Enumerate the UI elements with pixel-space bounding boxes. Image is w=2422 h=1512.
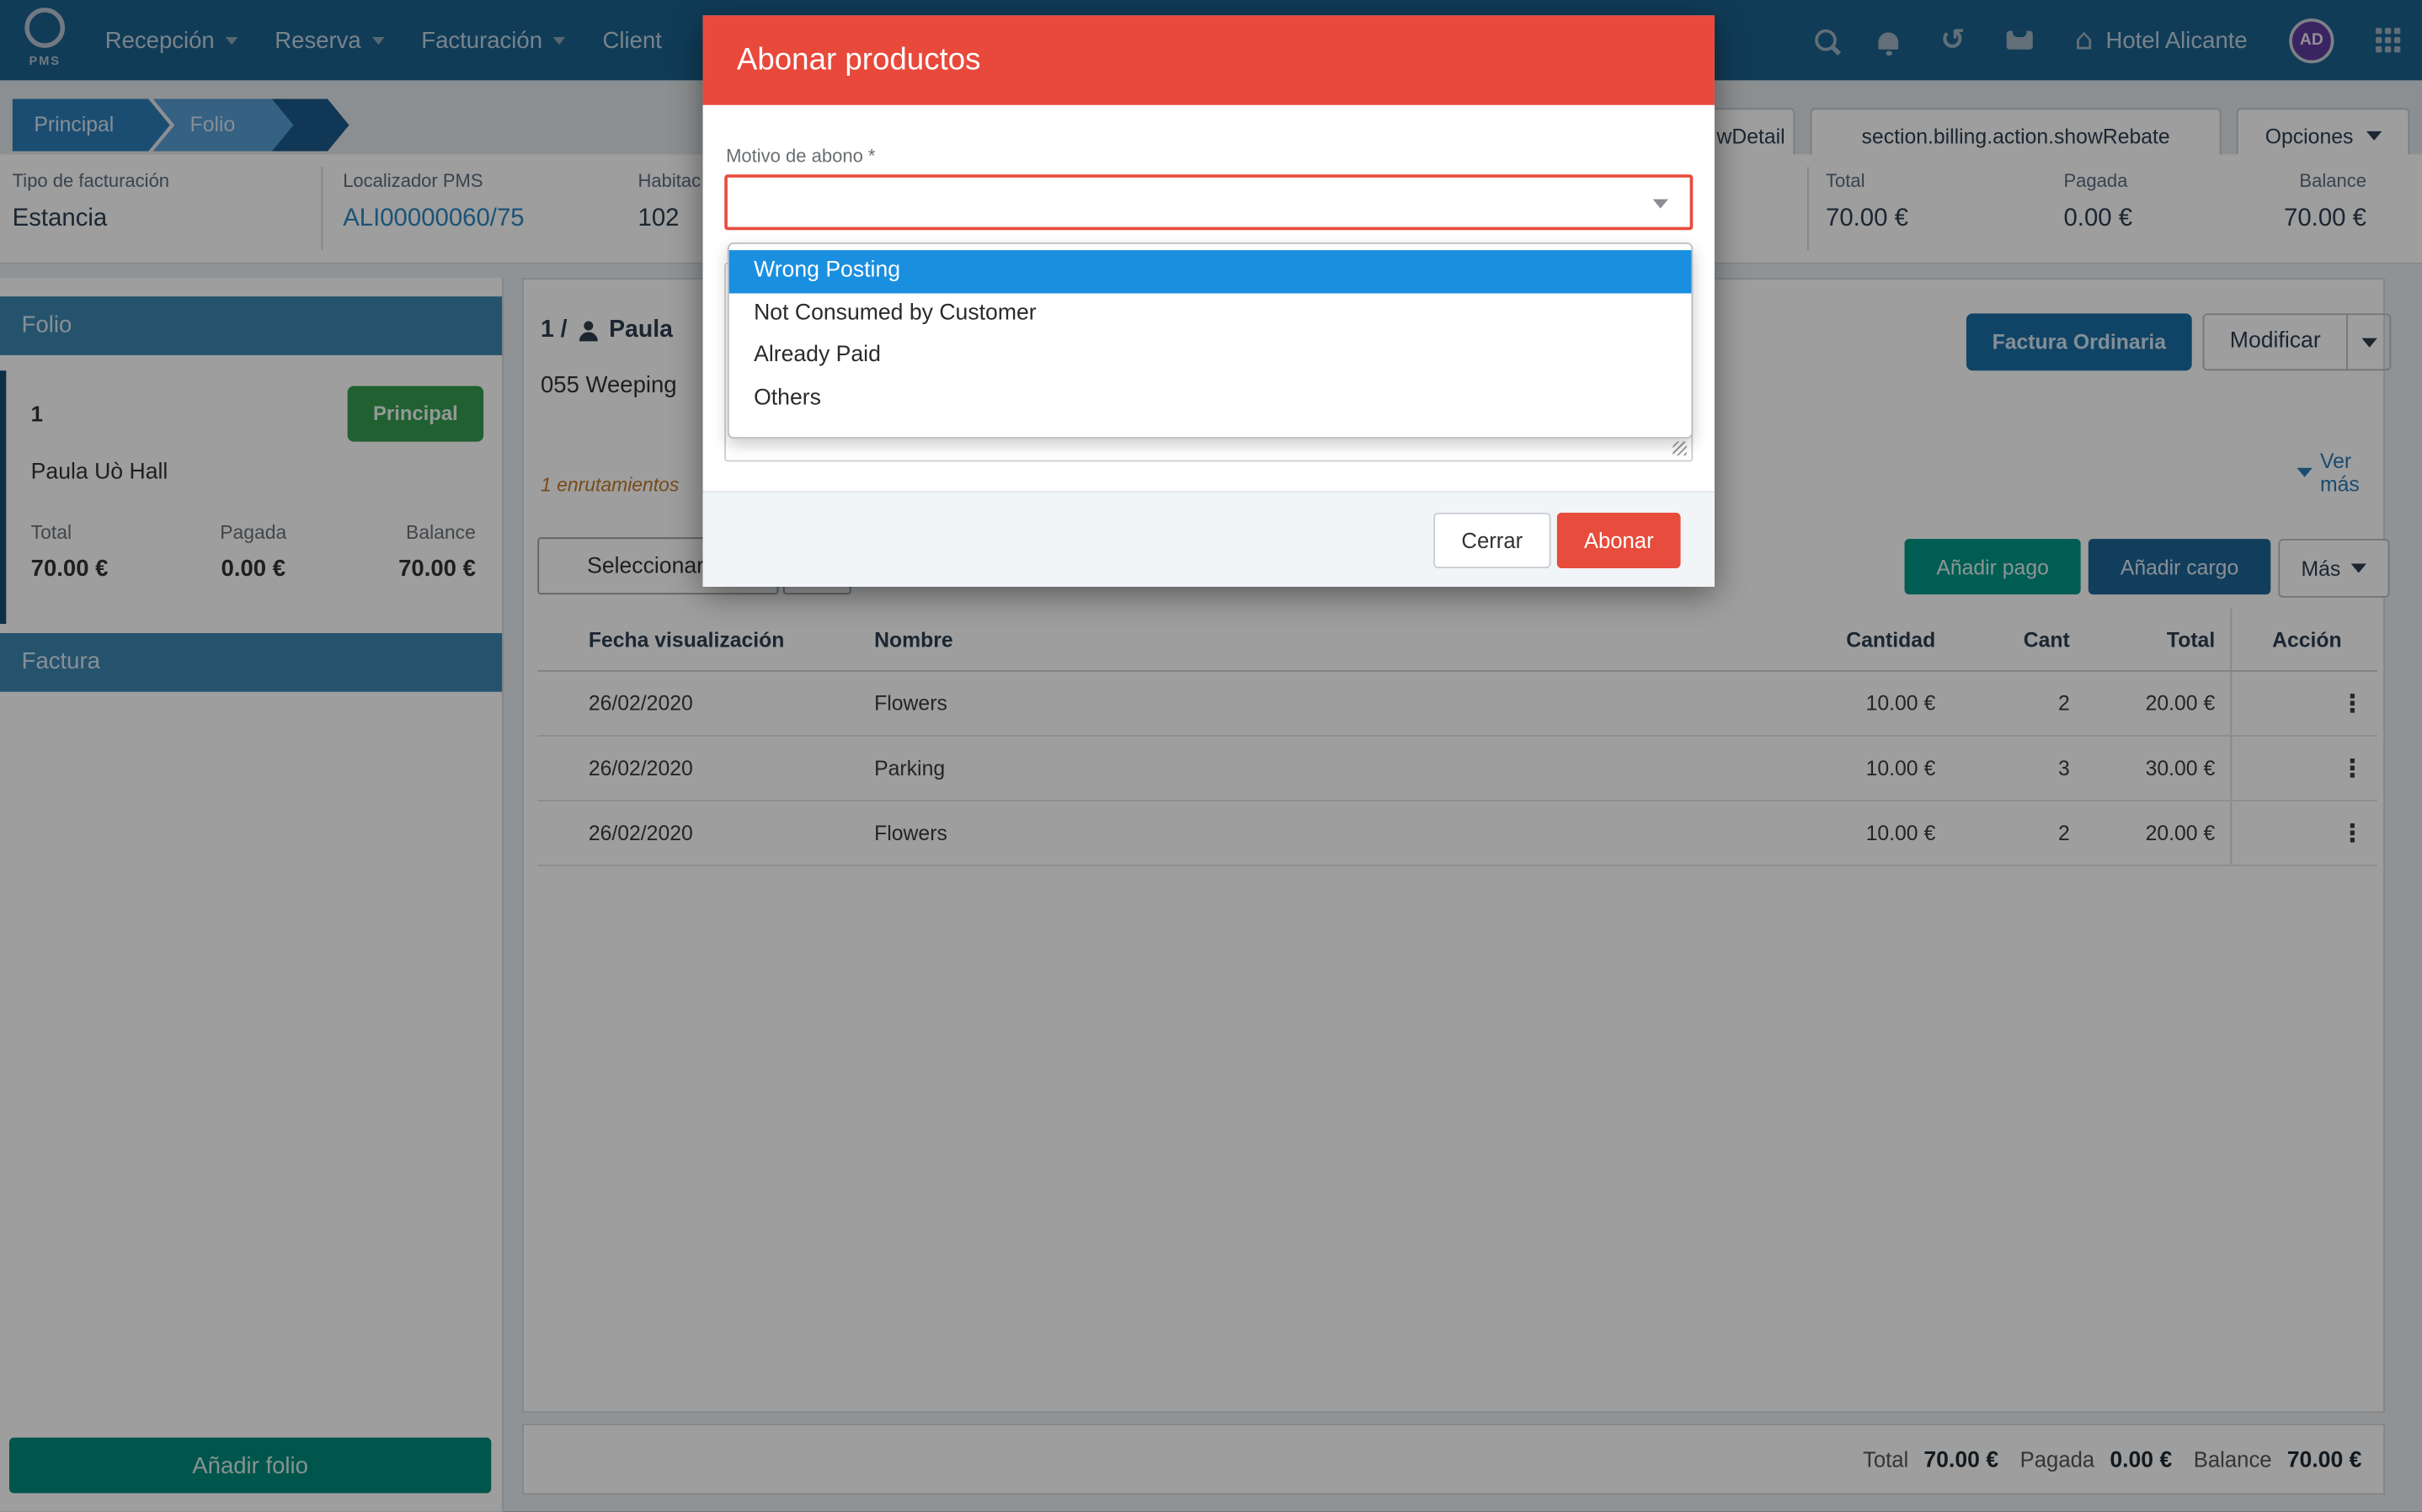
select-caret-icon: [1653, 200, 1668, 209]
dropdown-option-already-paid[interactable]: Already Paid: [729, 335, 1692, 377]
submit-rebate-button[interactable]: Abonar: [1557, 513, 1681, 568]
close-button[interactable]: Cerrar: [1433, 513, 1550, 568]
modal-header: Abonar productos: [703, 15, 1715, 104]
dropdown-option-not-consumed[interactable]: Not Consumed by Customer: [729, 293, 1692, 335]
rebate-products-modal: Abonar productos Motivo de abono * M Wro…: [703, 15, 1715, 587]
rebate-reason-select[interactable]: [724, 174, 1693, 230]
modal-footer: Cerrar Abonar: [703, 491, 1715, 587]
app-root: PMS Recepción Reserva Facturación Client…: [0, 0, 2422, 1512]
modal-title: Abonar productos: [737, 15, 1715, 104]
reason-dropdown-list: Wrong Posting Not Consumed by Customer A…: [728, 242, 1693, 439]
resize-grip-icon[interactable]: [1672, 442, 1687, 456]
dropdown-option-wrong-posting[interactable]: Wrong Posting: [729, 250, 1692, 292]
dropdown-option-others[interactable]: Others: [729, 377, 1692, 419]
rebate-reason-label: Motivo de abono *: [726, 145, 875, 167]
